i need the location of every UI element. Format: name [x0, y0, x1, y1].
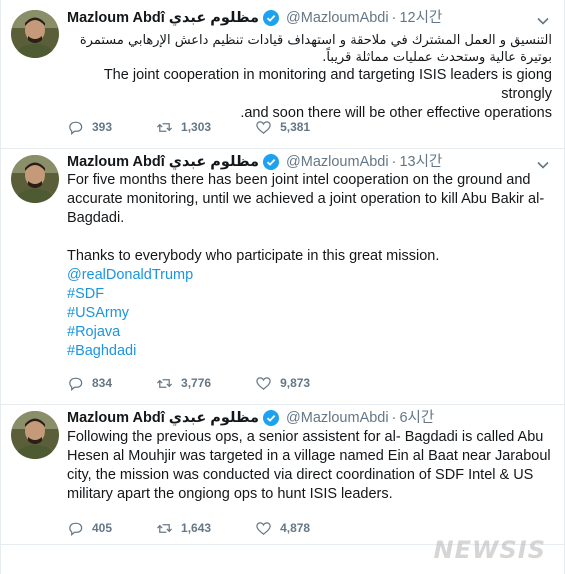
- hashtag-link[interactable]: #Baghdadi: [67, 342, 552, 361]
- like-count: 4,878: [280, 521, 311, 535]
- user-handle[interactable]: @MazloumAbdi: [286, 408, 389, 428]
- reply-count: 834: [92, 376, 113, 390]
- retweet-count: 3,776: [181, 376, 212, 390]
- retweet-button[interactable]: 1,643: [156, 520, 211, 537]
- retweet-count: 1,643: [181, 521, 212, 535]
- separator-dot: ·: [391, 410, 397, 426]
- display-name[interactable]: Mazloum Abdî مظلوم عبدي: [67, 408, 259, 428]
- tweet-feed: Mazloum Abdî مظلوم عبدي @MazloumAbdi · 1…: [0, 0, 565, 574]
- tweet-text-paragraph: Following the previous ops, a senior ass…: [67, 429, 551, 502]
- reply-count: 393: [92, 120, 113, 134]
- tweet-text: For five months there has been joint int…: [67, 171, 552, 361]
- avatar[interactable]: [11, 10, 59, 58]
- reply-button[interactable]: 834: [67, 375, 112, 392]
- verified-badge-icon: [263, 410, 280, 426]
- retweet-icon: [157, 523, 173, 533]
- retweet-icon: [157, 378, 173, 388]
- like-button[interactable]: 5,381: [255, 119, 310, 136]
- like-icon: [256, 376, 271, 390]
- display-name[interactable]: Mazloum Abdî مظلوم عبدي: [67, 8, 259, 28]
- separator-dot: ·: [391, 10, 397, 26]
- display-name[interactable]: Mazloum Abdî مظلوم عبدي: [67, 152, 259, 172]
- tweet-actions: 834 3,776 9,873: [67, 374, 354, 392]
- user-handle[interactable]: @MazloumAbdi: [286, 152, 389, 172]
- tweet-text-paragraph-1: For five months there has been joint int…: [67, 172, 545, 226]
- timestamp[interactable]: 13시간: [399, 152, 442, 172]
- hashtag-link[interactable]: #Rojava: [67, 323, 552, 342]
- tweet-header: Mazloum Abdî مظلوم عبدي @MazloumAbdi · 1…: [67, 152, 442, 172]
- hashtag-link[interactable]: #SDF: [67, 285, 552, 304]
- verified-badge-icon: [263, 154, 280, 170]
- verified-badge-icon: [263, 10, 280, 26]
- retweet-button[interactable]: 1,303: [156, 119, 211, 136]
- mention-link[interactable]: @realDonaldTrump: [67, 266, 552, 285]
- chevron-down-icon[interactable]: [536, 158, 550, 172]
- tweet-text: التنسيق و العمل المشترك في ملاحقة و استه…: [67, 32, 552, 123]
- separator-dot: ·: [391, 154, 397, 170]
- tweet-header: Mazloum Abdî مظلوم عبدي @MazloumAbdi · 1…: [67, 8, 442, 28]
- tweet-text-english-line-1: The joint cooperation in monitoring and …: [103, 67, 552, 102]
- tweet-text-arabic: التنسيق و العمل المشترك في ملاحقة و استه…: [79, 33, 552, 65]
- user-handle[interactable]: @MazloumAbdi: [286, 8, 389, 28]
- tweet-text: Following the previous ops, a senior ass…: [67, 428, 552, 504]
- tweet[interactable]: Mazloum Abdî مظلوم عبدي @MazloumAbdi · 1…: [1, 149, 564, 405]
- like-icon: [256, 120, 271, 134]
- reply-icon: [69, 522, 83, 536]
- like-count: 9,873: [280, 376, 311, 390]
- like-button[interactable]: 9,873: [255, 375, 310, 392]
- tweet[interactable]: Mazloum Abdî مظلوم عبدي @MazloumAbdi · 1…: [1, 0, 564, 149]
- chevron-down-icon[interactable]: [536, 14, 550, 28]
- tweet-text-paragraph-2: Thanks to everybody who participate in t…: [67, 248, 440, 264]
- newsis-watermark: NEWSIS: [433, 536, 546, 564]
- tweet-header: Mazloum Abdî مظلوم عبدي @MazloumAbdi · 6…: [67, 408, 434, 428]
- retweet-button[interactable]: 3,776: [156, 375, 211, 392]
- tweet-actions: 393 1,303 5,381: [67, 118, 354, 136]
- reply-button[interactable]: 405: [67, 520, 112, 537]
- timestamp[interactable]: 6시간: [399, 408, 434, 428]
- retweet-icon: [157, 122, 173, 132]
- tweet[interactable]: Mazloum Abdî مظلوم عبدي @MazloumAbdi · 6…: [1, 405, 564, 545]
- like-button[interactable]: 4,878: [255, 520, 310, 537]
- hashtag-link[interactable]: #USArmy: [67, 304, 552, 323]
- timestamp[interactable]: 12시간: [399, 8, 442, 28]
- avatar[interactable]: [11, 411, 59, 459]
- retweet-count: 1,303: [181, 120, 212, 134]
- tweet-actions: 405 1,643 4,878: [67, 519, 354, 537]
- reply-icon: [69, 377, 83, 391]
- like-icon: [256, 521, 271, 535]
- avatar[interactable]: [11, 155, 59, 203]
- reply-icon: [69, 121, 83, 135]
- reply-button[interactable]: 393: [67, 119, 112, 136]
- reply-count: 405: [92, 521, 113, 535]
- like-count: 5,381: [280, 120, 311, 134]
